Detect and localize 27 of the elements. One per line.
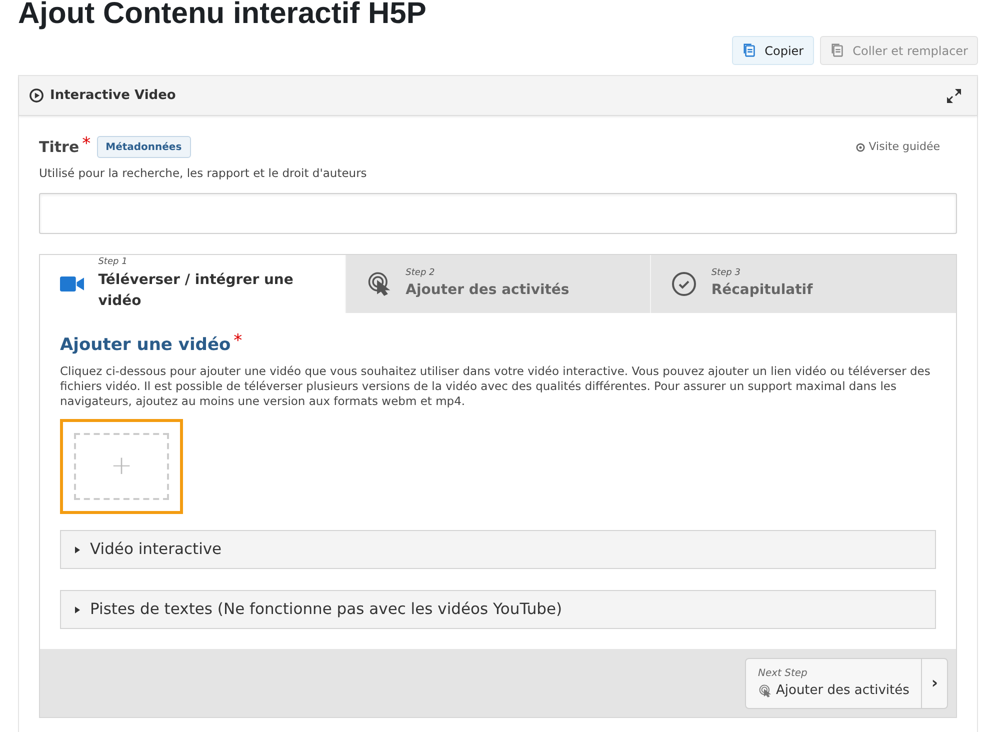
metadata-button[interactable]: Métadonnées: [96, 136, 191, 158]
caret-icon: [75, 546, 80, 554]
compass-icon: [856, 142, 865, 152]
expand-icon[interactable]: [945, 86, 963, 104]
required-mark: *: [234, 330, 242, 353]
required-mark: *: [82, 132, 91, 156]
touch-icon: [758, 684, 772, 698]
touch-icon: [366, 270, 392, 297]
clipboard-icon: [830, 43, 845, 58]
copy-button[interactable]: Copier: [732, 36, 814, 65]
guided-tour-link[interactable]: Visite guidée: [856, 139, 940, 156]
page-title: Ajout Contenu interactif H5P: [18, 0, 428, 30]
collapsible-header[interactable]: Vidéo interactive: [60, 530, 936, 570]
title-input[interactable]: [39, 192, 957, 234]
copy-icon: [742, 43, 757, 58]
step-tab[interactable]: Step 1 Téléverser / intégrer une vidéo: [40, 254, 345, 313]
section-heading: Ajouter une vidéo: [60, 334, 231, 357]
play-circle-icon: [29, 88, 44, 103]
section-description: Cliquez ci-dessous pour ajouter une vidéo que vous souhaitez utiliser dans votre vidéo interactive. Vous pouvez ajouter un lien vidéo ou téléverser des fichiers vidéo. Il est possible de téléverser plusieurs versions de la vidéo avec des qualités différentes. Pour assurer un support maximal dans les navigateurs, ajoutez au moins une version aux formats webm et mp4.: [60, 364, 932, 410]
field-label: Titre: [39, 137, 80, 158]
collapsible-header[interactable]: Pistes de textes (Ne fonctionne pas avec les vidéos YouTube): [60, 590, 936, 630]
check-circle-icon: [671, 270, 698, 297]
field-description: Utilisé pour la recherche, les rapport et le droit d'auteurs: [39, 164, 368, 182]
caret-icon: [75, 606, 80, 614]
video-camera-icon: [60, 274, 84, 293]
next-step-button[interactable]: Next Step Ajouter des activités ›: [744, 658, 948, 709]
panel-title: Interactive Video: [50, 86, 176, 105]
